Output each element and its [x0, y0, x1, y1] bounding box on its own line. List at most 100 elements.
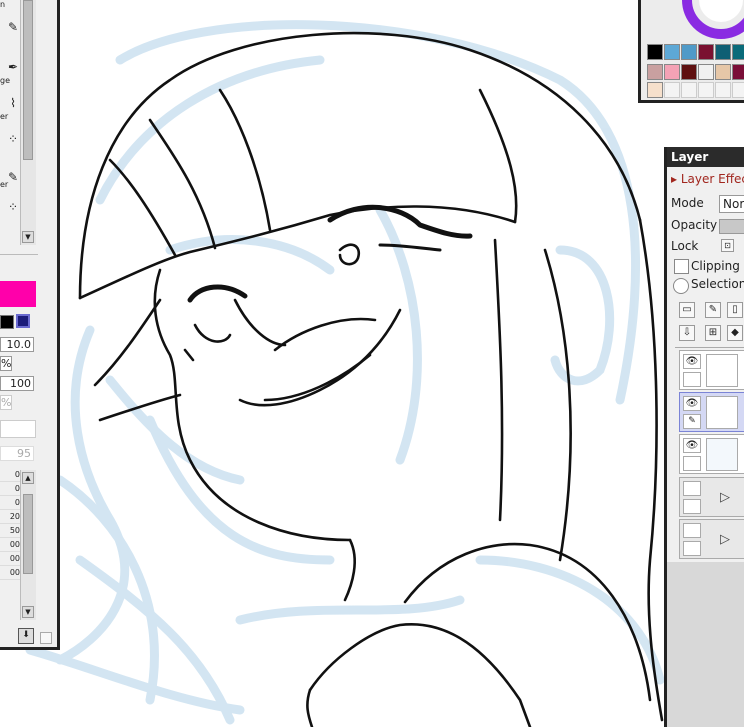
- scroll-thumb[interactable]: [23, 0, 33, 160]
- tool-item-2[interactable]: ✒: [0, 40, 20, 76]
- link-box[interactable]: [683, 372, 701, 387]
- layer-item[interactable]: 👁: [679, 350, 744, 390]
- empty-swatch[interactable]: [681, 82, 697, 98]
- tool-item-3[interactable]: ge ⌇: [0, 76, 20, 112]
- clear-layer-icon[interactable]: ◆: [727, 325, 743, 341]
- size-item[interactable]: 00: [0, 552, 20, 566]
- link-box[interactable]: [683, 541, 701, 556]
- tool-label: er: [0, 112, 9, 121]
- color-swatch[interactable]: [664, 64, 680, 80]
- brush-size-list[interactable]: 0 0 0 20 50 00 00 00: [0, 468, 20, 580]
- pen-icon[interactable]: ✎: [683, 414, 701, 429]
- empty-swatch[interactable]: [732, 82, 744, 98]
- selection-label: Selection: [691, 277, 744, 291]
- lock-pixels-icon[interactable]: ⊡: [721, 239, 734, 252]
- bg-color-swatch[interactable]: [16, 314, 30, 328]
- transfer-down-icon[interactable]: ⇩: [679, 325, 695, 341]
- layer-item-selected[interactable]: 👁 ✎: [679, 392, 744, 432]
- percent-label: %: [0, 356, 12, 371]
- color-swatch[interactable]: [647, 64, 663, 80]
- scatter-icon: ⁘: [7, 200, 19, 214]
- folder-expand-icon[interactable]: ▷: [720, 532, 730, 547]
- link-box[interactable]: [683, 456, 701, 471]
- layer-thumbnail: [706, 396, 738, 429]
- fg-color-swatch[interactable]: [0, 315, 14, 329]
- tool-item-1[interactable]: n ✎: [0, 0, 20, 36]
- size-item[interactable]: 0: [0, 496, 20, 510]
- visibility-box[interactable]: [683, 523, 701, 538]
- scatter-icon: ⁘: [7, 132, 19, 146]
- color-swatch[interactable]: [647, 82, 663, 98]
- tool-scrollbar[interactable]: ▼: [20, 0, 36, 245]
- divider: [675, 347, 744, 348]
- empty-swatch[interactable]: [664, 82, 680, 98]
- scroll-thumb[interactable]: [23, 494, 33, 574]
- color-swatch[interactable]: [715, 44, 731, 60]
- tool-label: er: [0, 180, 9, 189]
- lock-label: Lock: [671, 239, 699, 253]
- size-item[interactable]: 50: [0, 524, 20, 538]
- drawing-canvas[interactable]: [0, 0, 744, 727]
- brush-size-field[interactable]: 10.0: [0, 337, 34, 352]
- scroll-down-arrow[interactable]: ▼: [22, 231, 34, 243]
- empty-swatch[interactable]: [698, 82, 714, 98]
- color-swatch[interactable]: [698, 44, 714, 60]
- new-layer-icon[interactable]: ▭: [679, 302, 695, 318]
- scroll-up-arrow[interactable]: ▲: [22, 472, 34, 484]
- blend-mode-select[interactable]: Norm: [719, 195, 744, 213]
- eye-icon[interactable]: 👁: [683, 396, 701, 411]
- new-pen-layer-icon[interactable]: ✎: [705, 302, 721, 318]
- color-swatch[interactable]: [715, 64, 731, 80]
- divider: [0, 254, 38, 255]
- color-swatch[interactable]: [732, 64, 744, 80]
- color-swatch[interactable]: [664, 44, 680, 60]
- blank-field[interactable]: [0, 420, 36, 438]
- layer-effect-toggle[interactable]: ▸ Layer Effec: [671, 172, 744, 186]
- size-item[interactable]: 0: [0, 468, 20, 482]
- selection-radio[interactable]: [673, 278, 689, 294]
- color-swatch[interactable]: [647, 44, 663, 60]
- color-swatch[interactable]: [732, 44, 744, 60]
- color-swatch[interactable]: [681, 44, 697, 60]
- main-color-swatch[interactable]: [0, 281, 36, 307]
- size-list-scrollbar[interactable]: ▲ ▼: [20, 470, 36, 620]
- size-item[interactable]: 0: [0, 482, 20, 496]
- smudge-icon: ⌇: [10, 96, 16, 110]
- layer-effect-label: Layer Effec: [680, 172, 744, 186]
- clipping-checkbox[interactable]: [674, 259, 689, 274]
- color-swatch[interactable]: [681, 64, 697, 80]
- tool-item-4[interactable]: er ⁘: [0, 112, 20, 148]
- layer-list-empty-area: [667, 562, 744, 727]
- corner-grip: [40, 632, 52, 644]
- brush-icon: ✒: [7, 60, 19, 74]
- size-item[interactable]: 00: [0, 566, 20, 580]
- tool-label: n: [0, 0, 6, 9]
- empty-swatch[interactable]: [715, 82, 731, 98]
- percent-label-2: %: [0, 395, 12, 410]
- folder-expand-icon[interactable]: ▷: [720, 490, 730, 505]
- layer-item[interactable]: 👁: [679, 434, 744, 474]
- save-icon[interactable]: ⬇: [18, 628, 34, 644]
- size-item[interactable]: 20: [0, 510, 20, 524]
- tool-item-6[interactable]: er ⁘: [0, 180, 20, 216]
- layer-folder[interactable]: ▷: [679, 519, 744, 559]
- opacity-slider[interactable]: [719, 219, 744, 234]
- eye-icon[interactable]: 👁: [683, 354, 701, 369]
- pen-icon: ✎: [7, 20, 19, 34]
- layer-panel: Layer ▸ Layer Effec Mode Norm Opacity Lo…: [664, 147, 744, 727]
- tool-label: ge: [0, 76, 10, 85]
- new-folder-icon[interactable]: ▯: [727, 302, 743, 318]
- visibility-box[interactable]: [683, 481, 701, 496]
- link-box[interactable]: [683, 499, 701, 514]
- color-swatch[interactable]: [698, 64, 714, 80]
- size-item[interactable]: 00: [0, 538, 20, 552]
- mode-label: Mode: [671, 196, 704, 210]
- density-field[interactable]: 100: [0, 376, 34, 391]
- color-wheel[interactable]: [681, 0, 744, 40]
- color-palette: [638, 0, 744, 103]
- layer-folder[interactable]: ▷: [679, 477, 744, 517]
- faded-field: 95: [0, 446, 34, 461]
- eye-icon[interactable]: 👁: [683, 438, 701, 453]
- merge-down-icon[interactable]: ⊞: [705, 325, 721, 341]
- scroll-down-arrow[interactable]: ▼: [22, 606, 34, 618]
